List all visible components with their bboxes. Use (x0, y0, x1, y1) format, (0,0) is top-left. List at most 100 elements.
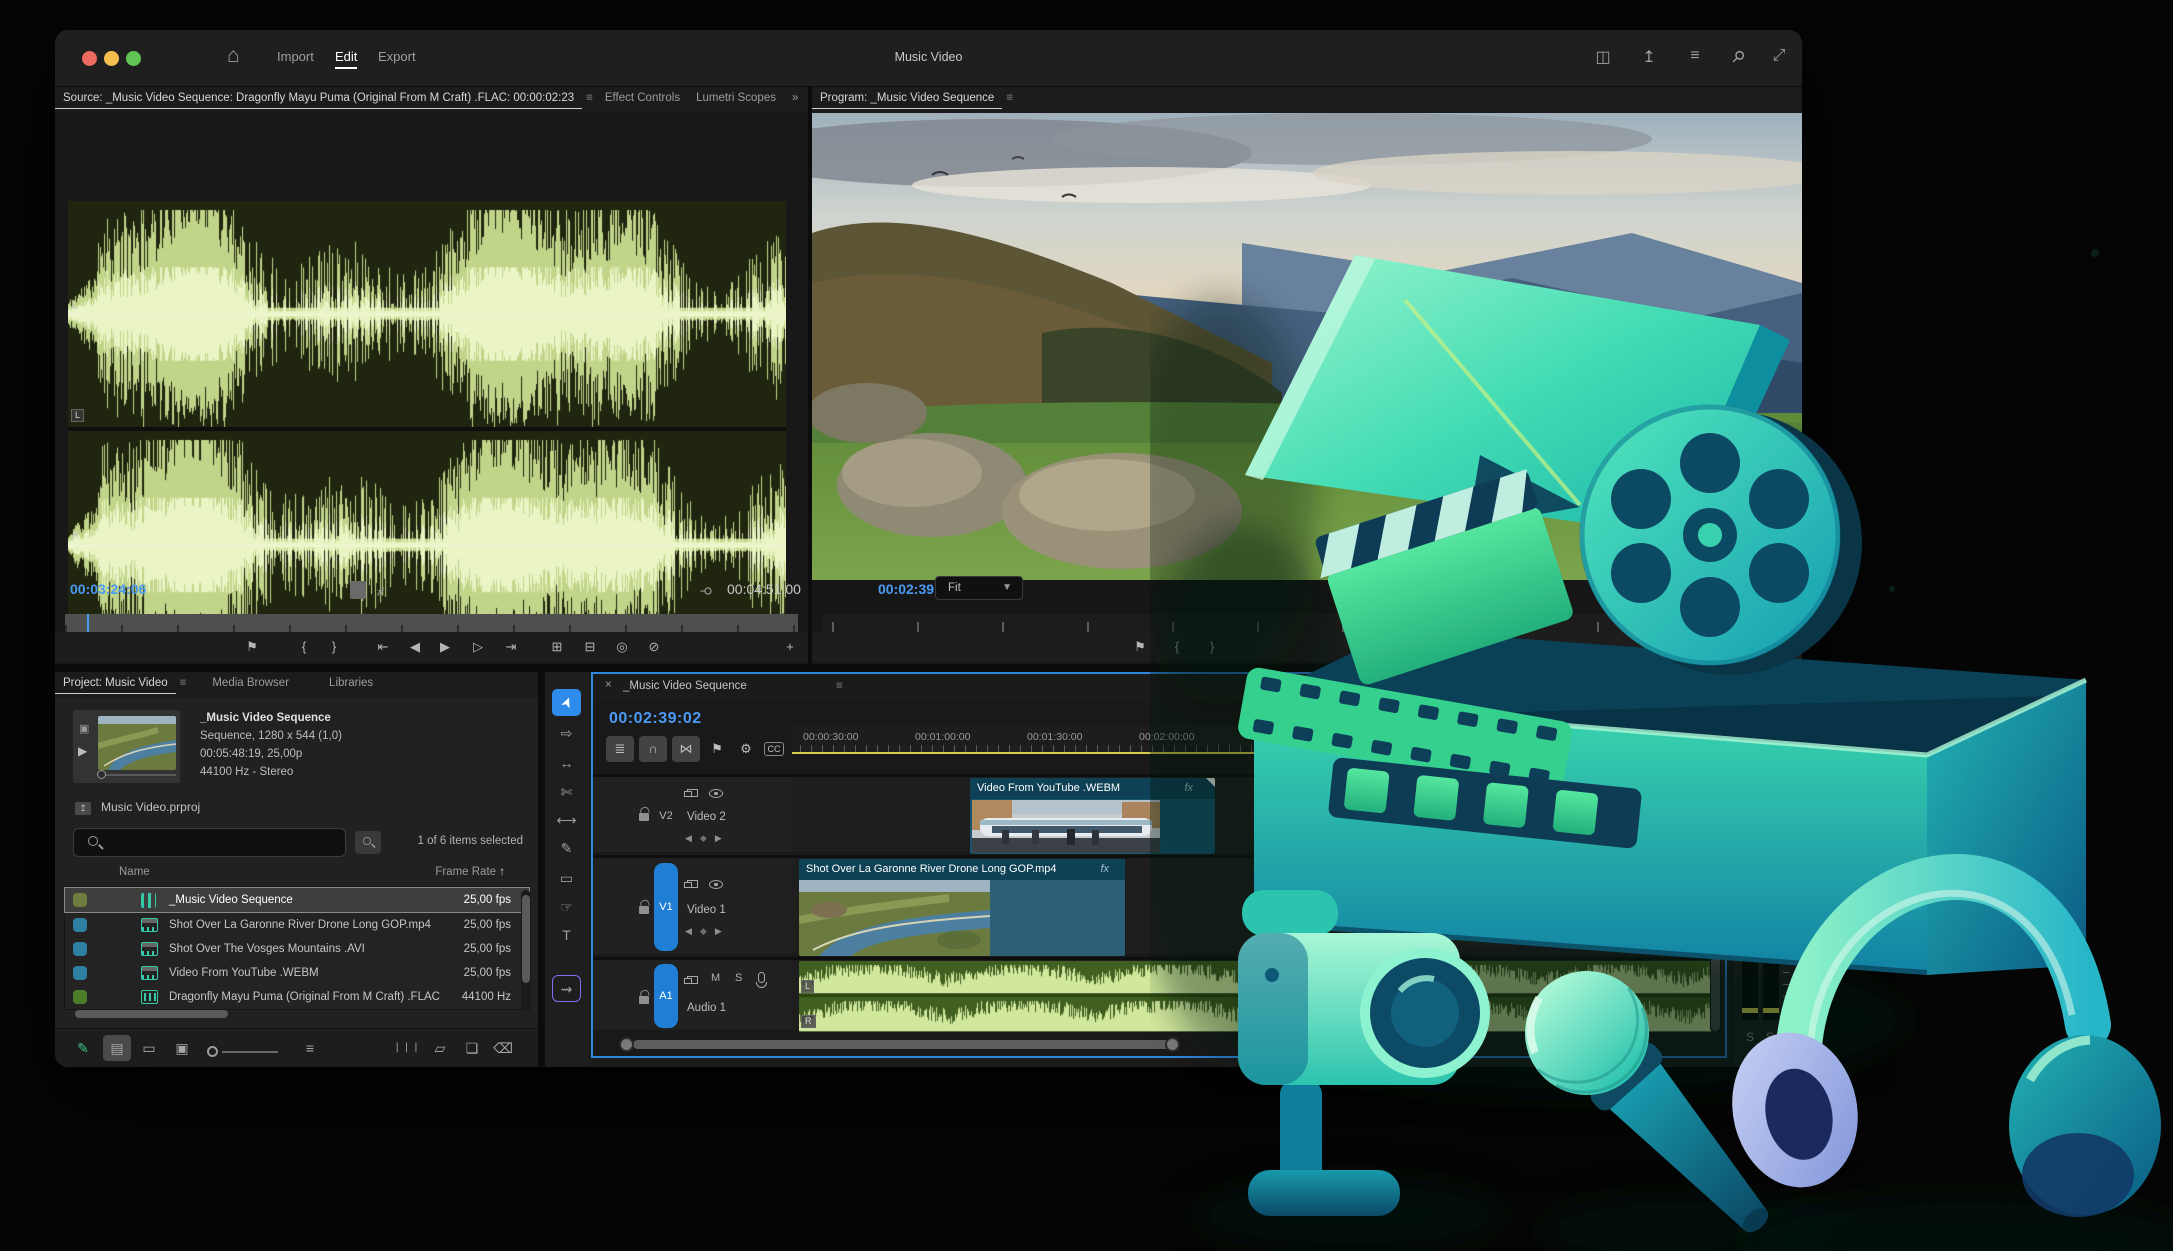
toggle-track-output-icon[interactable] (709, 880, 723, 889)
list-item[interactable]: Dragonfly Mayu Puma (Original From M Cra… (65, 985, 529, 1009)
snap-button[interactable]: ∩ (639, 736, 667, 762)
sync-lock-icon[interactable] (687, 789, 698, 797)
thumbnail-scrub-bar[interactable] (98, 774, 176, 776)
solo-button[interactable]: S (735, 972, 742, 984)
step-forward-button[interactable]: ▷ (465, 636, 491, 658)
track-a1-header[interactable]: A1 M S Audio 1 (595, 960, 792, 1030)
source-playhead[interactable] (87, 614, 89, 634)
export-frame-button[interactable]: ◎ (609, 636, 635, 658)
lock-icon[interactable] (639, 906, 649, 914)
captions-button[interactable]: CC (764, 742, 784, 756)
tab-program[interactable]: Program: _Music Video Sequence (812, 87, 1002, 109)
list-item[interactable]: Shot Over The Vosges Mountains .AVI25,00… (65, 937, 529, 961)
voiceover-record-icon[interactable] (758, 972, 765, 983)
track-name[interactable]: Video 2 (687, 811, 726, 823)
lock-icon[interactable] (639, 813, 649, 821)
clip-shot-over-la-garonne[interactable]: Shot Over La Garonne River Drone Long GO… (799, 859, 1125, 956)
zoom-slider-track[interactable] (222, 1051, 278, 1053)
navigate-up-icon[interactable]: ↥ (75, 802, 91, 815)
source-waveform-area[interactable]: L L R R (68, 201, 786, 659)
new-item-button[interactable]: ❏ (458, 1035, 486, 1061)
slip-tool[interactable]: ⟷ (552, 807, 581, 834)
keyframe-nav[interactable]: ◀◆▶ (685, 833, 730, 844)
track-target-v2[interactable]: V2 (654, 802, 678, 830)
freeform-view-button[interactable]: ▣ (168, 1035, 196, 1061)
label-chip[interactable] (73, 893, 87, 907)
source-time-ruler[interactable] (65, 614, 798, 634)
keyframe-nav[interactable]: ◀◆▶ (685, 926, 730, 937)
list-item[interactable]: Video From YouTube .WEBM25,00 fps (65, 961, 529, 985)
insert-button[interactable]: ⊞ (544, 636, 570, 658)
bin-breadcrumb[interactable]: ↥Music Video.prproj (75, 800, 200, 815)
timeline-playhead-timecode[interactable]: 00:02:39:02 (609, 710, 702, 728)
pen-tool[interactable]: ✎ (552, 835, 581, 862)
column-frame-rate[interactable]: Frame Rate ↑ (435, 866, 505, 878)
settings-wrench-icon[interactable]: ⚲ (698, 586, 714, 596)
list-vertical-scrollbar[interactable] (521, 890, 531, 1010)
list-item[interactable]: _Music Video Sequence25,00 fps (65, 888, 529, 912)
automate-to-sequence-button[interactable]: ❘❘❘ (393, 1035, 421, 1061)
list-item[interactable]: Shot Over La Garonne River Drone Long GO… (65, 913, 529, 937)
program-panel-menu-icon[interactable]: ≡ (1002, 87, 1017, 109)
delete-button[interactable]: ⌫ (489, 1035, 517, 1061)
add-button[interactable]: + (777, 636, 803, 658)
quick-export-icon[interactable]: ⚲ (1722, 41, 1753, 72)
tab-effect-controls[interactable]: Effect Controls (597, 87, 688, 108)
go-to-in-button[interactable]: ⇤ (370, 636, 396, 658)
add-marker-button[interactable]: ⚑ (703, 736, 731, 762)
toggle-track-output-icon[interactable] (709, 789, 723, 798)
rectangle-tool[interactable]: ▭ (552, 865, 581, 892)
tab-source[interactable]: Source: _Music Video Sequence: Dragonfly… (55, 87, 582, 109)
preview-thumbnail[interactable]: ▣ ▶ (73, 710, 180, 783)
selection-tool[interactable]: ➤ (552, 689, 581, 716)
project-panel-menu-icon[interactable]: ≡ (176, 672, 191, 694)
track-select-forward-tool[interactable]: ⇨ (552, 720, 581, 747)
timeline-settings-button[interactable]: ⚙ (732, 736, 760, 762)
play-button[interactable]: ▶ (432, 636, 458, 658)
workspaces-icon[interactable]: ≡ (1683, 47, 1707, 65)
timeline-panel-menu-icon[interactable]: ≡ (836, 680, 843, 692)
sort-icons-button[interactable]: ≡ (296, 1035, 324, 1061)
razor-tool[interactable]: ✄ (552, 779, 581, 806)
camera-icon[interactable]: ▣ (79, 722, 89, 735)
linked-selection-button[interactable]: ⋈ (672, 736, 700, 762)
zoom-slider-knob[interactable] (207, 1046, 218, 1057)
remix-tool[interactable]: ⇝ (552, 975, 581, 1002)
step-back-button[interactable]: ◀ (402, 636, 428, 658)
list-horizontal-scrollbar[interactable] (75, 1010, 228, 1018)
list-view-button[interactable]: ▤ (103, 1035, 131, 1061)
tab-libraries[interactable]: Libraries (321, 672, 381, 693)
tab-media-browser[interactable]: Media Browser (204, 672, 297, 693)
track-name[interactable]: Video 1 (687, 904, 726, 916)
share-icon[interactable]: ↥ (1637, 47, 1661, 67)
track-v2-header[interactable]: V2 Video 2 ◀◆▶ (595, 777, 792, 852)
column-name[interactable]: Name (119, 866, 150, 878)
label-chip[interactable] (73, 990, 87, 1004)
go-to-out-button[interactable]: ⇥ (498, 636, 524, 658)
drag-audio-only-icon[interactable]: ⧣ (377, 583, 384, 599)
sync-lock-icon[interactable] (687, 976, 698, 984)
mark-in-button[interactable]: { (291, 636, 317, 658)
mute-button[interactable]: M (711, 972, 720, 984)
scrollbar-handle-left[interactable] (619, 1037, 634, 1052)
fullscreen-icon[interactable]: ⤢ (1767, 47, 1791, 65)
source-panel-menu-icon[interactable]: ≡ (582, 87, 597, 109)
icon-view-button[interactable]: ▭ (135, 1035, 163, 1061)
zoom-level-select[interactable]: Fit▼ (935, 576, 1023, 600)
sync-lock-icon[interactable] (687, 880, 698, 888)
tab-project[interactable]: Project: Music Video (55, 672, 176, 694)
play-preview-icon[interactable]: ▶ (78, 744, 87, 758)
tab-sequence[interactable]: _Music Video Sequence (623, 680, 747, 692)
search-input[interactable] (73, 828, 346, 857)
track-name[interactable]: Audio 1 (687, 1002, 726, 1014)
track-target-v1[interactable]: V1 (654, 863, 678, 951)
label-chip[interactable] (73, 966, 87, 980)
type-tool[interactable]: T (552, 922, 581, 949)
panel-layout-icon[interactable]: ◫ (1591, 47, 1615, 67)
close-icon[interactable]: × (605, 679, 612, 691)
mark-out-button[interactable]: } (321, 636, 347, 658)
track-v1-header[interactable]: V1 Video 1 ◀◆▶ (595, 858, 792, 954)
label-chip[interactable] (73, 918, 87, 932)
find-button[interactable] (355, 831, 381, 854)
drag-disabled-icon[interactable]: ⊘ (641, 636, 667, 658)
